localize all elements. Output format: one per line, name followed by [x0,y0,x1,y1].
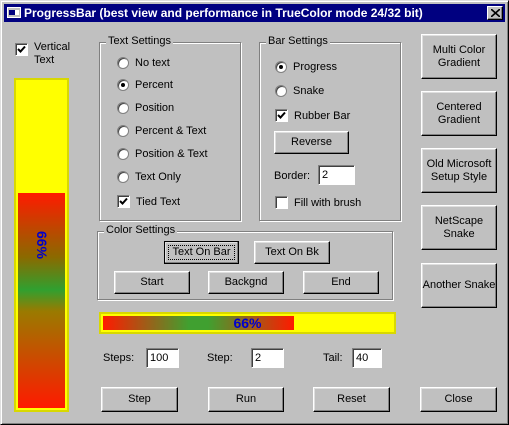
text-option-radio[interactable]: Text Only [117,171,181,183]
gradient-style-button[interactable]: Multi Color Gradient [421,34,497,79]
bar-option-radio[interactable]: Progress [275,61,337,73]
tied-text-check-box[interactable] [117,195,130,208]
window-close-button[interactable] [487,6,503,20]
text-option-radio[interactable]: Percent & Text [117,125,206,137]
text-on-bk-label: Text On Bk [265,246,319,258]
bar-option-radio[interactable]: Snake [275,85,324,97]
text-option-radio[interactable]: No text [117,57,170,69]
reset-button-label: Reset [337,393,366,405]
gradient-style-button[interactable]: Centered Gradient [421,91,497,136]
bar-option-label: Progress [293,61,338,73]
end-color-button[interactable]: End [303,271,379,294]
gradient-style-button[interactable]: Old Microsoft Setup Style [421,148,497,193]
gradient-style-button[interactable]: NetScape Snake [421,205,497,250]
window-title: ProgressBar (best view and performance i… [24,6,423,20]
radio-button-circle[interactable] [275,61,287,73]
radio-button-circle[interactable] [117,148,129,160]
text-option-label: Position & Text [135,148,208,160]
text-option-label: Text Only [135,171,181,183]
progressbar-app-icon [7,7,21,18]
gradient-style-button[interactable]: Another Snake [421,263,497,308]
run-button-label: Run [235,393,257,405]
background-color-button[interactable]: Backgnd [208,271,284,294]
vertical-progress-fill [18,192,65,408]
tail-input[interactable]: 40 [352,348,382,368]
bar-option-label: Snake [293,85,325,97]
title-bar[interactable]: ProgressBar (best view and performance i… [4,4,505,22]
step-input[interactable]: 2 [251,348,284,368]
tail-label: Tail: [323,352,343,364]
gradient-style-label: Multi Color Gradient [432,43,486,69]
checkmark-icon [277,111,286,119]
gradient-style-label: Old Microsoft Setup Style [426,157,492,183]
start-color-button[interactable]: Start [114,271,190,294]
main-window: ProgressBar (best view and performance i… [0,0,509,425]
horizontal-progress-text: 66% [233,315,262,331]
text-option-label: Percent [135,79,173,91]
checkmark-icon [17,45,26,53]
close-button[interactable]: Close [420,387,497,412]
rubber-bar-check-box[interactable] [275,109,288,122]
tied-text-checkbox[interactable]: Tied Text [117,195,180,208]
text-on-bar-button[interactable]: Text On Bar [164,241,239,264]
end-color-label: End [331,276,351,288]
reverse-button[interactable]: Reverse [274,131,349,154]
text-option-radio[interactable]: Percent [117,79,173,91]
tied-text-label: Tied Text [136,195,181,208]
text-option-radio[interactable]: Position & Text [117,148,208,160]
radio-button-circle[interactable] [117,125,129,137]
color-settings-title: Color Settings [104,224,178,236]
vertical-text-label: Vertical Text [34,41,71,66]
fill-with-brush-checkbox[interactable]: Fill with brush [275,196,361,209]
radio-button-circle[interactable] [117,171,129,183]
step-button-label: Step [128,393,151,405]
steps-input[interactable]: 100 [146,348,179,368]
start-color-label: Start [140,276,164,288]
background-color-label: Backgnd [224,276,268,288]
text-on-bar-label: Text On Bar [168,245,235,260]
step-button[interactable]: Step [101,387,178,412]
radio-button-circle[interactable] [117,79,129,91]
text-on-bk-button[interactable]: Text On Bk [254,241,330,264]
steps-label: Steps: [103,352,135,364]
vertical-progress-bar: 66% [14,78,69,412]
gradient-style-label: NetScape Snake [434,214,484,240]
radio-button-circle[interactable] [117,102,129,114]
rubber-bar-label: Rubber Bar [294,109,351,122]
gradient-style-label: Centered Gradient [436,100,482,126]
close-icon [491,9,500,17]
close-button-label: Close [444,393,473,405]
gradient-style-label: Another Snake [422,279,496,291]
border-input[interactable]: 2 [318,165,355,185]
vertical-text-checkbox[interactable]: Vertical Text [15,41,76,67]
horizontal-progress-bar: 66% [99,312,396,334]
text-option-radio[interactable]: Position [117,102,174,114]
vertical-text-check-box[interactable] [15,43,28,56]
rubber-bar-checkbox[interactable]: Rubber Bar [275,109,350,122]
bar-settings-title: Bar Settings [266,35,330,47]
fill-with-brush-label: Fill with brush [294,196,362,209]
fill-with-brush-check-box[interactable] [275,196,288,209]
radio-button-circle[interactable] [275,85,287,97]
vertical-progress-text: 66% [33,230,50,260]
reverse-button-label: Reverse [291,136,332,148]
checkmark-icon [119,197,128,205]
text-settings-title: Text Settings [106,35,173,47]
step-label: Step: [207,352,233,364]
reset-button[interactable]: Reset [313,387,390,412]
text-option-label: No text [135,57,170,69]
text-option-label: Position [135,102,175,114]
radio-button-circle[interactable] [117,57,129,69]
border-label: Border: [274,170,311,182]
run-button[interactable]: Run [208,387,284,412]
text-option-label: Percent & Text [135,125,207,137]
